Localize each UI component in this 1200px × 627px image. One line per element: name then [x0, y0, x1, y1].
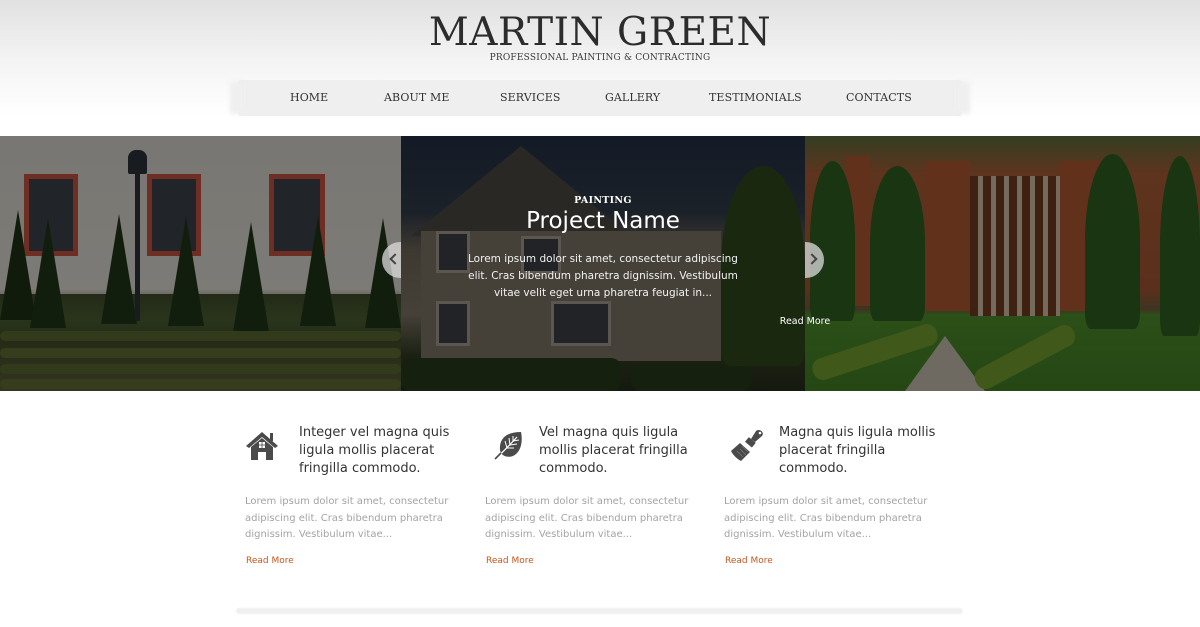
leaf-icon: [494, 432, 522, 460]
slide-description: Lorem ipsum dolor sit amet, consectetur …: [468, 253, 738, 299]
slide-title: Project Name: [526, 208, 680, 234]
nav-item-testimonials[interactable]: TESTIMONIALS: [709, 91, 802, 104]
site-tagline: PROFESSIONAL PAINTING & CONTRACTING: [489, 53, 711, 63]
main-nav: HOME ABOUT ME SERVICES GALLERY TESTIMONI…: [238, 80, 962, 116]
feature-text: Lorem ipsum dolor sit amet, consectetur …: [724, 496, 928, 540]
feature-read-more-link[interactable]: Read More: [486, 556, 534, 566]
feature-read-more-link[interactable]: Read More: [246, 556, 294, 566]
nav-item-services[interactable]: SERVICES: [500, 91, 561, 104]
footer-divider: [236, 608, 963, 614]
house-icon: [246, 432, 278, 460]
site-logo-title[interactable]: MARTIN GREEN: [0, 10, 1200, 56]
chevron-right-icon: [806, 253, 818, 265]
project-slider: PAINTING Project Name Lorem ipsum dolor …: [0, 136, 1200, 391]
slide-image-gate[interactable]: [805, 136, 1200, 391]
nav-item-gallery[interactable]: GALLERY: [605, 91, 660, 104]
paintbrush-icon: [731, 429, 763, 461]
nav-item-contacts[interactable]: CONTACTS: [846, 91, 912, 104]
feature-text: Lorem ipsum dolor sit amet, consectetur …: [485, 496, 689, 540]
feature-title: Vel magna quis ligula mollis placerat fr…: [539, 425, 688, 476]
nav-item-home[interactable]: HOME: [290, 91, 328, 104]
chevron-left-icon: [389, 253, 401, 265]
feature-title: Magna quis ligula mollis placerat fringi…: [779, 425, 936, 476]
slide-category: PAINTING: [574, 195, 632, 206]
nav-item-about-me[interactable]: ABOUT ME: [384, 91, 449, 104]
feature-text: Lorem ipsum dolor sit amet, consectetur …: [245, 496, 449, 540]
feature-read-more-link[interactable]: Read More: [725, 556, 773, 566]
slide-read-more-link[interactable]: Read More: [603, 316, 1007, 327]
feature-title: Integer vel magna quis ligula mollis pla…: [299, 425, 450, 476]
slide-overlay: [0, 136, 401, 391]
slide-image-palace[interactable]: [0, 136, 401, 391]
slide-overlay: [805, 136, 1200, 391]
site-header: MARTIN GREEN PROFESSIONAL PAINTING & CON…: [0, 0, 1200, 136]
